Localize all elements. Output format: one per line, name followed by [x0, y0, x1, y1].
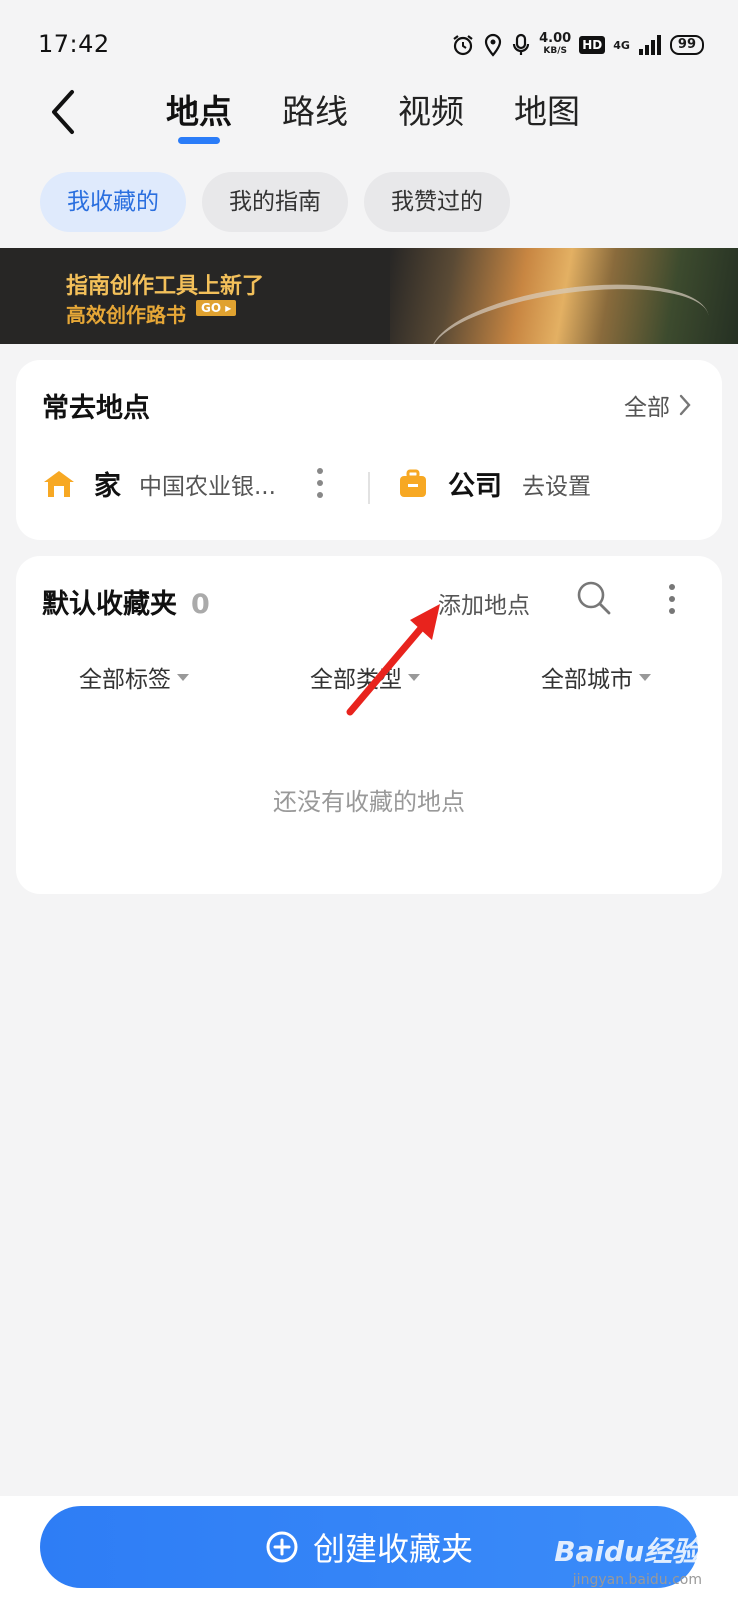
frequent-places-card: 常去地点 全部 家 中国农业银... 公司 去设置	[16, 360, 722, 540]
alarm-icon	[453, 35, 473, 56]
company-set-action[interactable]: 去设置	[522, 467, 591, 501]
frequent-places-all-link[interactable]: 全部	[624, 388, 692, 422]
frequent-places-title: 常去地点	[42, 393, 150, 424]
home-label: 家	[94, 471, 121, 502]
more-vertical-icon	[669, 584, 675, 614]
promo-banner[interactable]: 指南创作工具上新了 高效创作路书 GO ▸	[0, 248, 738, 344]
folder-more-button[interactable]	[662, 582, 682, 620]
company-label: 公司	[448, 471, 502, 502]
annotation-arrow-icon	[346, 604, 440, 716]
home-more-button[interactable]	[310, 466, 330, 500]
watermark-logo: Baidu经验	[554, 1535, 700, 1568]
filter-all-cities-label: 全部城市	[541, 667, 633, 693]
filter-all-tags-label: 全部标签	[79, 667, 171, 693]
chip-my-guides[interactable]: 我的指南	[202, 172, 348, 232]
folder-count: 0	[191, 589, 210, 620]
briefcase-icon	[400, 469, 426, 497]
banner-title: 指南创作工具上新了	[66, 274, 265, 299]
network-type: 4G	[613, 38, 630, 52]
location-icon	[485, 33, 502, 57]
tab-places[interactable]: 地点	[166, 84, 232, 140]
network-speed: 4.00 KB/S	[539, 31, 572, 56]
status-time: 17:42	[38, 30, 110, 58]
empty-state-text: 还没有收藏的地点	[273, 788, 465, 816]
caret-down-icon	[639, 673, 651, 681]
search-icon	[577, 581, 611, 615]
company-place[interactable]: 公司 去设置	[398, 464, 591, 503]
tab-maps[interactable]: 地图	[514, 84, 580, 140]
add-place-button[interactable]: 添加地点	[438, 586, 530, 620]
tab-videos[interactable]: 视频	[398, 84, 464, 140]
tab-routes[interactable]: 路线	[282, 84, 348, 140]
battery-indicator: 99	[669, 35, 704, 55]
filter-chips: 我收藏的 我的指南 我赞过的	[40, 172, 510, 232]
top-tabs: 地点 路线 视频 地图	[150, 84, 630, 140]
plus-circle-icon	[266, 1531, 298, 1563]
chevron-right-icon	[679, 394, 691, 416]
folder-title: 默认收藏夹	[42, 589, 177, 620]
place-divider	[368, 472, 370, 504]
chip-my-favorites[interactable]: 我收藏的	[40, 172, 186, 232]
caret-down-icon	[177, 673, 189, 681]
banner-subtitle: 高效创作路书	[66, 303, 186, 327]
microphone-icon	[513, 33, 530, 55]
home-place[interactable]: 家 中国农业银...	[42, 464, 276, 503]
folder-search-button[interactable]	[576, 580, 612, 620]
status-bar: 17:42 4.00 KB/S HD 4G 99	[0, 0, 738, 90]
all-link-label: 全部	[624, 395, 670, 421]
home-icon	[44, 470, 74, 497]
home-address: 中国农业银...	[139, 473, 276, 500]
create-folder-label: 创建收藏夹	[312, 1530, 473, 1568]
back-button[interactable]	[40, 82, 90, 142]
more-vertical-icon	[317, 468, 323, 498]
banner-go-badge: GO ▸	[196, 300, 237, 316]
filter-all-cities[interactable]: 全部城市	[541, 660, 651, 694]
chevron-left-icon	[52, 90, 74, 134]
hd-badge: HD	[579, 36, 606, 54]
watermark-url: jingyan.baidu.com	[572, 1572, 702, 1588]
signal-icon	[638, 35, 661, 55]
filter-all-tags[interactable]: 全部标签	[79, 660, 189, 694]
folder-header: 默认收藏夹 0	[42, 582, 210, 621]
chip-my-likes[interactable]: 我赞过的	[364, 172, 510, 232]
status-icons: 4.00 KB/S HD 4G 99	[451, 28, 704, 62]
